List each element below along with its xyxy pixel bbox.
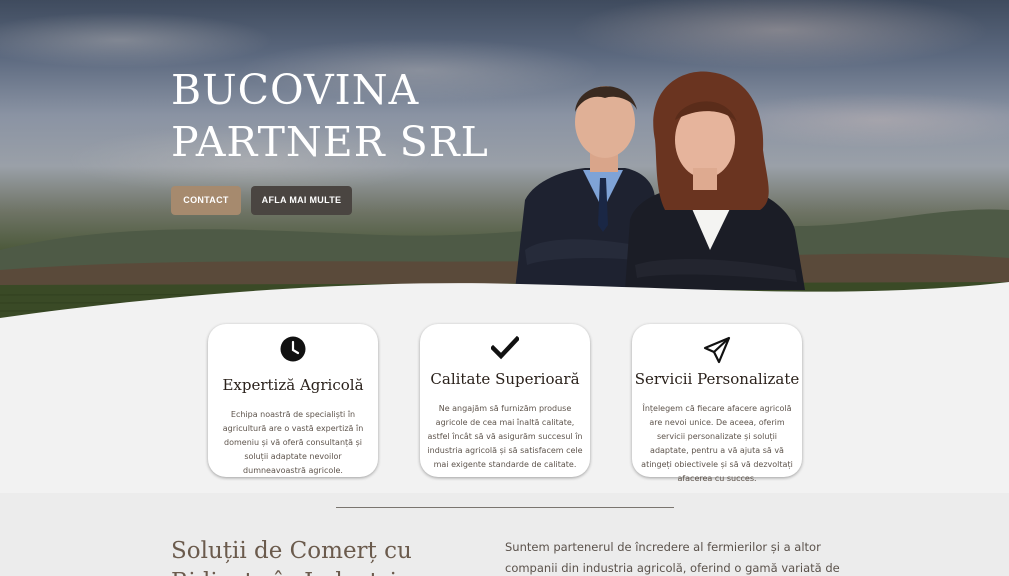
learn-more-button[interactable]: AFLA MAI MULTE (251, 186, 352, 215)
section-divider (336, 507, 674, 508)
feature-card-expertise: Expertiză Agricolă Echipa noastră de spe… (208, 324, 378, 477)
feature-title: Servicii Personalizate (634, 370, 800, 388)
feature-title: Expertiză Agricolă (222, 376, 364, 394)
checkmark-icon (491, 336, 519, 360)
feature-title: Calitate Superioară (430, 370, 580, 388)
about-title: Soluții de Comerț cu Ridicata în Industr… (171, 538, 412, 576)
about-text: Suntem partenerul de încredere al fermie… (505, 540, 840, 575)
hero-title: BUCOVINA PARTNER SRL (171, 66, 489, 166)
clock-icon (280, 336, 306, 362)
feature-text: Echipa noastră de specialiști în agricul… (222, 410, 364, 475)
hero-business-people-image (515, 71, 805, 290)
feature-text: Înțelegem că fiecare afacere agricolă ar… (641, 404, 793, 483)
feature-card-services: Servicii Personalizate Înțelegem că fiec… (632, 324, 802, 483)
paper-plane-icon (703, 336, 731, 364)
page: BUCOVINA PARTNER SRL CONTACT AFLA MAI MU… (0, 0, 1009, 576)
hero-wave-divider (0, 282, 1009, 330)
feature-text: Ne angajăm să furnizăm produse agricole … (427, 404, 583, 469)
feature-card-quality: Calitate Superioară Ne angajăm să furniz… (420, 324, 590, 477)
contact-button[interactable]: CONTACT (171, 186, 241, 215)
